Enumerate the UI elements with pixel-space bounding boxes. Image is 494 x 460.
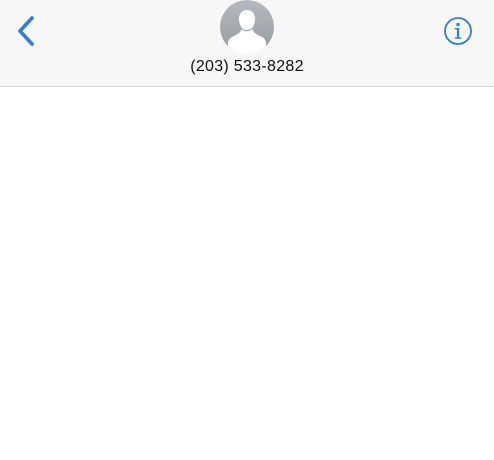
messages-screen: (203) 533-8282	[0, 0, 494, 460]
info-button[interactable]	[441, 14, 475, 48]
contact-avatar[interactable]	[220, 0, 274, 54]
chevron-left-icon	[18, 16, 34, 46]
contact-name[interactable]: (203) 533-8282	[0, 57, 494, 77]
conversation-header: (203) 533-8282	[0, 0, 494, 87]
person-silhouette-icon	[220, 0, 274, 54]
back-button[interactable]	[8, 12, 44, 50]
info-circle-icon	[444, 17, 472, 45]
message-thread[interactable]	[0, 88, 494, 460]
